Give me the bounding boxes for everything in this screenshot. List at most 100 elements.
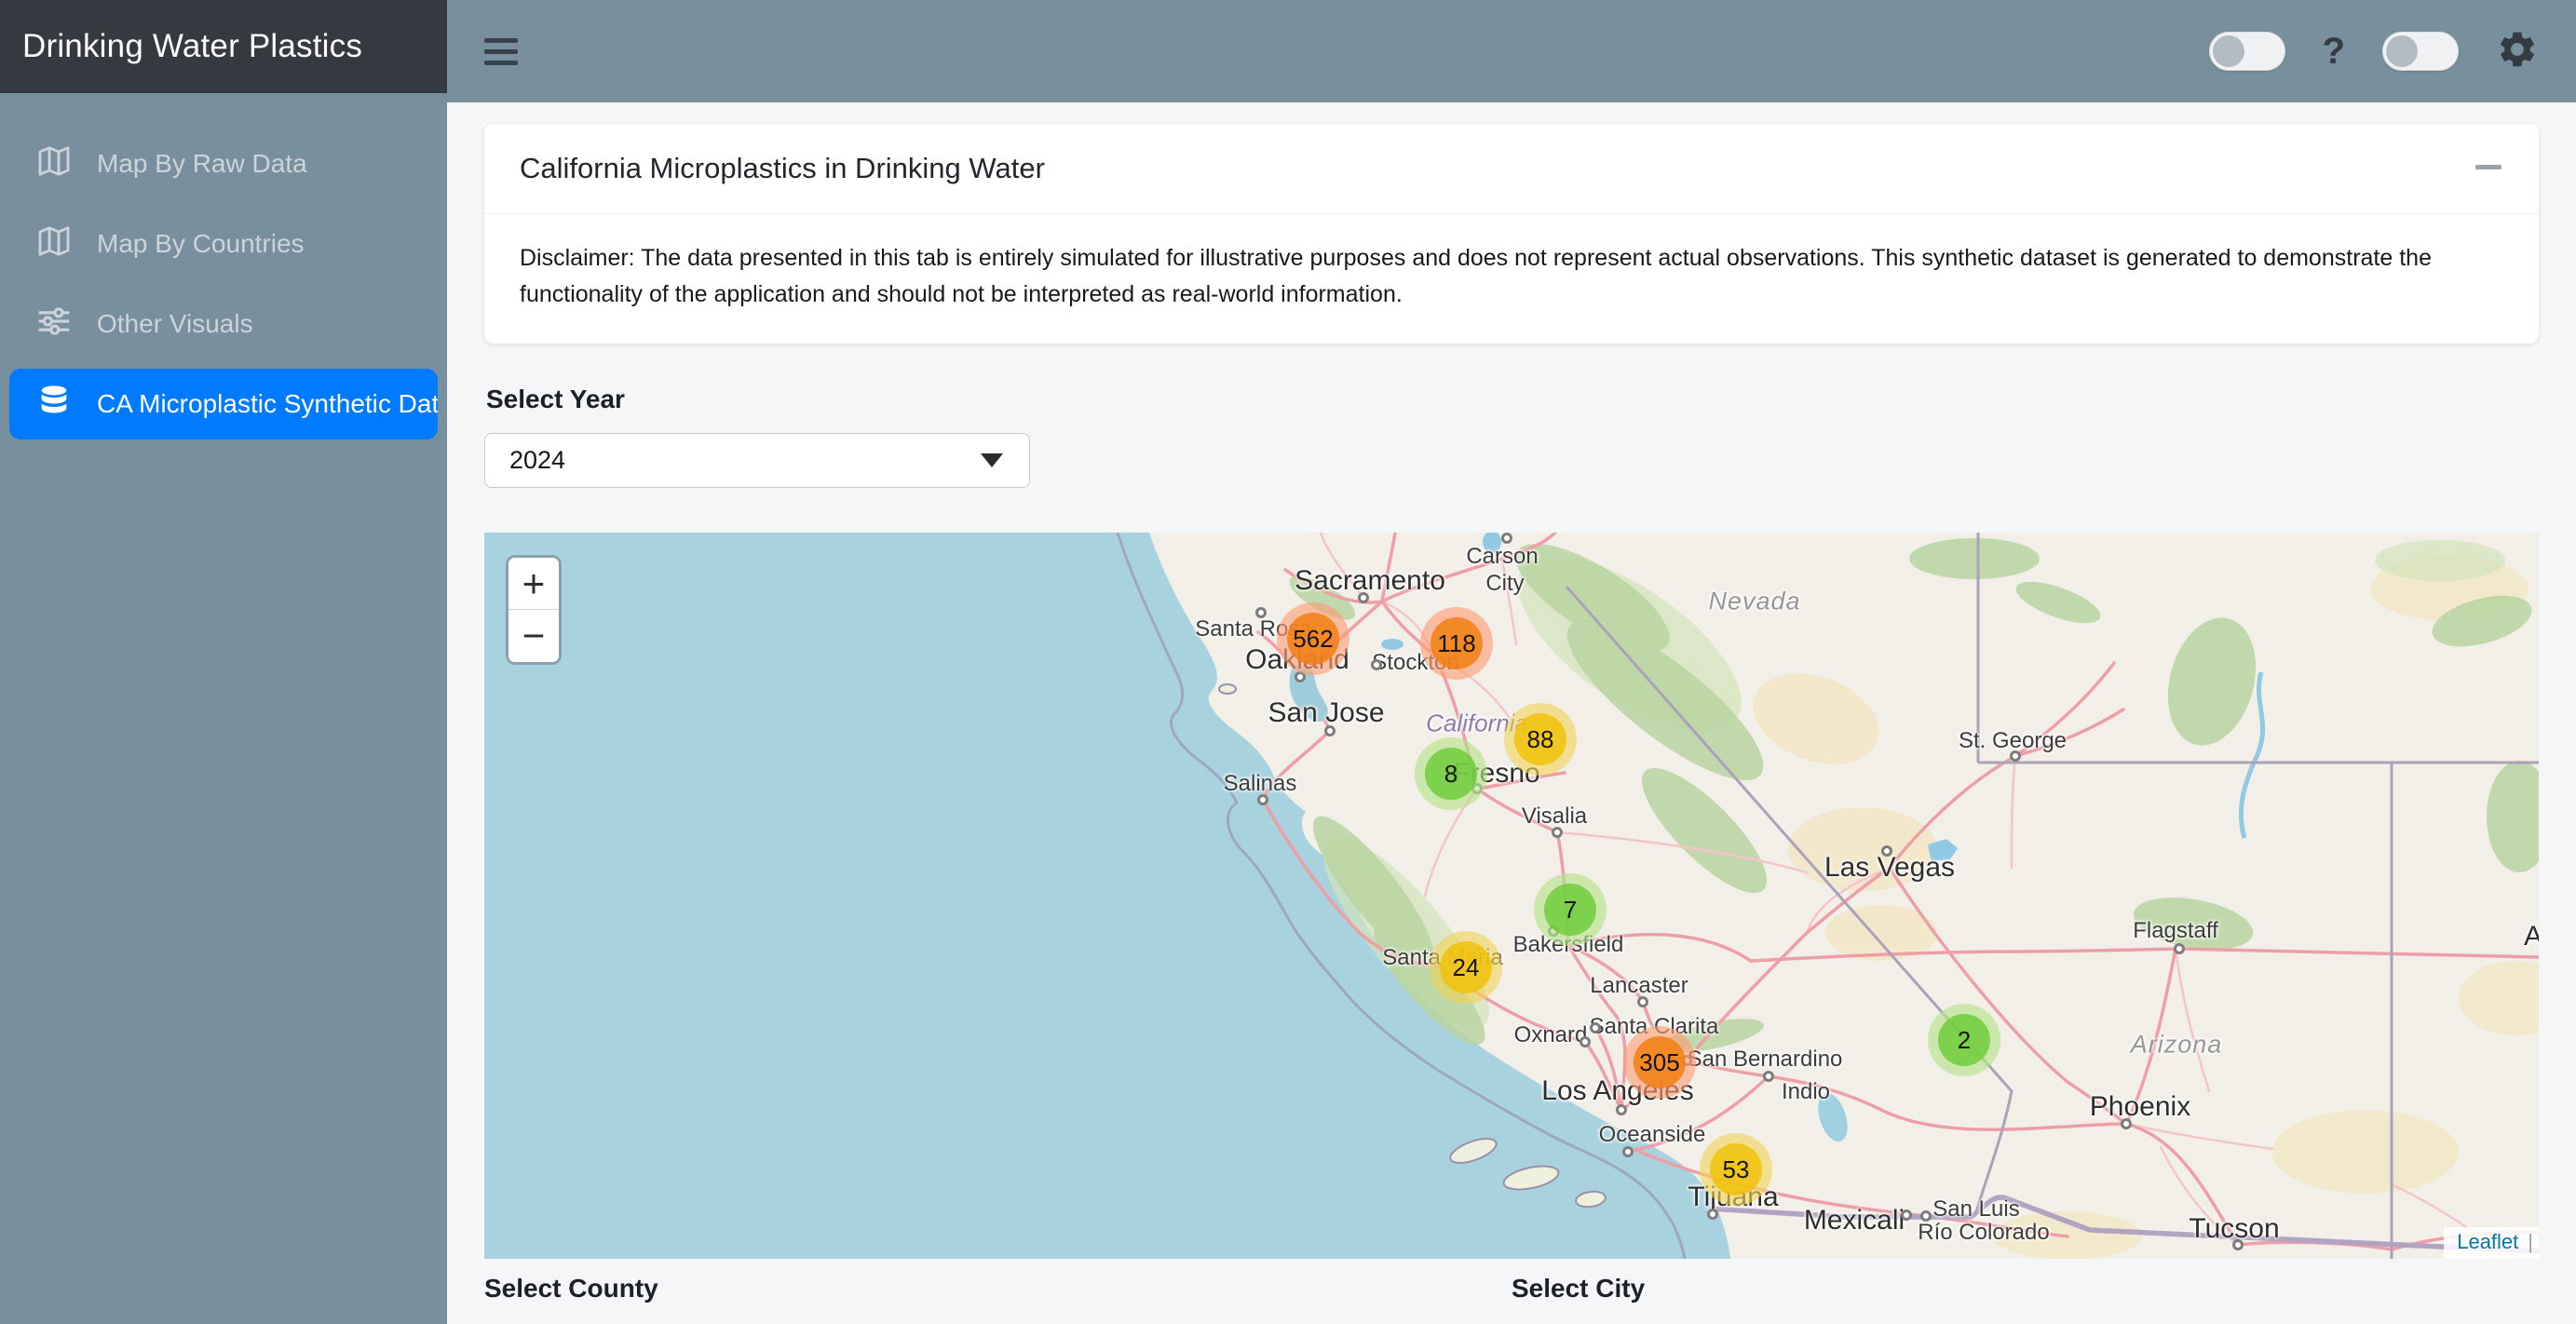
map-place-label: Las Vegas	[1824, 852, 1955, 884]
sidebar-menu: Map By Raw Data Map By Countries Other V…	[0, 93, 447, 439]
settings-gear-icon[interactable]	[2496, 28, 2539, 75]
map-city-dot	[2010, 750, 2021, 762]
map-city-dot	[1622, 1146, 1634, 1157]
map-city-dot	[1590, 1022, 1601, 1034]
toggle-knob	[2386, 35, 2418, 67]
map-place-label: San Luis	[1932, 1196, 2019, 1223]
sidebar-toggle-hamburger-icon[interactable]	[484, 38, 518, 65]
map-place-label: Phoenix	[2090, 1091, 2190, 1123]
sidebar-item-label: Other Visuals	[97, 309, 253, 339]
map-cluster-marker[interactable]: 8	[1415, 737, 1487, 810]
toggle-switch-a[interactable]	[2209, 32, 2285, 71]
map-place-label: Río Colorado	[1918, 1220, 2049, 1246]
map-city-dot	[2232, 1239, 2244, 1250]
card-header: California Microplastics in Drinking Wat…	[484, 124, 2539, 214]
map-city-dot	[1501, 533, 1512, 544]
info-card: California Microplastics in Drinking Wat…	[484, 124, 2539, 344]
map-canvas: CarsonCitySacramentoNevadaSanta RosaOakl…	[484, 533, 2539, 1259]
map-icon	[35, 223, 73, 266]
map-cluster-count: 24	[1440, 941, 1492, 993]
map-place-label: Visalia	[1522, 804, 1587, 830]
map-place-label: Indio	[1782, 1079, 1830, 1105]
sidebar-item-label: CA Microplastic Synthetic Data	[97, 389, 438, 419]
disclaimer-text: Disclaimer: The data presented in this t…	[484, 214, 2539, 344]
main-content: California Microplastics in Drinking Wat…	[447, 102, 2576, 1324]
map-place-label: A	[2524, 921, 2539, 952]
map-place-label: Arizona	[2131, 1031, 2223, 1060]
map-cluster-count: 118	[1430, 617, 1483, 669]
select-county-label: Select County	[484, 1274, 1512, 1304]
map-cluster-marker[interactable]: 562	[1277, 602, 1349, 675]
map-cluster-marker[interactable]: 118	[1420, 607, 1493, 680]
map-place-label: Sacramento	[1295, 565, 1445, 597]
map-city-dot	[2121, 1118, 2132, 1129]
map-city-dot	[1707, 1209, 1718, 1220]
sidebar-item-map-by-countries[interactable]: Map By Countries	[9, 209, 438, 279]
map-place-label: Carson	[1466, 544, 1538, 570]
map-cluster-marker[interactable]: 88	[1504, 703, 1577, 776]
map-place-label: Lancaster	[1590, 973, 1688, 999]
attribution-separator: |	[2528, 1230, 2533, 1254]
map-zoom-control: + −	[506, 555, 562, 665]
map-cluster-count: 2	[1938, 1014, 1990, 1066]
map-city-dot	[1371, 659, 1382, 670]
map-attribution: Leaflet |	[2444, 1227, 2539, 1259]
map-city-dot	[1257, 794, 1268, 805]
map-city-dot	[2174, 943, 2185, 954]
map-cluster-count: 53	[1710, 1143, 1762, 1196]
map-cluster-count: 305	[1634, 1036, 1686, 1088]
map-cluster-count: 88	[1514, 713, 1566, 765]
map-cluster-count: 7	[1544, 884, 1596, 936]
map-city-dot	[1324, 725, 1335, 736]
map-city-dot	[1881, 845, 1892, 857]
map-cluster-marker[interactable]: 24	[1430, 931, 1502, 1004]
leaflet-map[interactable]: CarsonCitySacramentoNevadaSanta RosaOakl…	[484, 533, 2539, 1259]
map-city-dot	[1358, 592, 1369, 603]
top-navbar: ?	[447, 0, 2576, 102]
map-icon	[35, 142, 73, 186]
card-title: California Microplastics in Drinking Wat…	[520, 152, 1045, 184]
map-cluster-marker[interactable]: 2	[1928, 1004, 2000, 1076]
year-select-dropdown[interactable]: 2024	[484, 433, 1030, 488]
map-place-label: Mexicali	[1804, 1205, 1905, 1236]
database-icon	[35, 383, 73, 426]
map-cluster-marker[interactable]: 7	[1534, 873, 1607, 946]
map-place-label: Nevada	[1708, 588, 1800, 616]
sidebar: Drinking Water Plastics Map By Raw Data …	[0, 0, 447, 1324]
map-place-label: City	[1485, 571, 1524, 597]
map-place-label: San Bernardino	[1688, 1047, 1843, 1073]
map-city-dot	[1920, 1210, 1932, 1222]
map-cluster-count: 562	[1287, 613, 1339, 665]
zoom-in-button[interactable]: +	[508, 558, 559, 610]
sidebar-item-other-visuals[interactable]: Other Visuals	[9, 289, 438, 359]
map-place-label: Oceanside	[1599, 1122, 1706, 1148]
toggle-knob	[2213, 35, 2244, 67]
map-city-dot	[1579, 1036, 1591, 1047]
app-title: Drinking Water Plastics	[0, 0, 447, 93]
map-city-dot	[1901, 1209, 1912, 1221]
select-year-label: Select Year	[486, 385, 2537, 414]
sidebar-item-ca-microplastic-synthetic-data[interactable]: CA Microplastic Synthetic Data	[9, 369, 438, 439]
map-cluster-marker[interactable]: 53	[1700, 1133, 1772, 1206]
year-select-value: 2024	[509, 446, 565, 475]
map-place-label: Salinas	[1224, 771, 1297, 797]
help-button[interactable]: ?	[2323, 31, 2345, 73]
map-city-dot	[1552, 827, 1563, 838]
zoom-out-button[interactable]: −	[508, 610, 559, 662]
sidebar-item-label: Map By Countries	[97, 229, 305, 259]
map-cluster-marker[interactable]: 305	[1623, 1026, 1696, 1099]
map-place-label: Flagstaff	[2133, 918, 2218, 944]
select-city-label: Select City	[1512, 1274, 2539, 1304]
map-place-label: San Jose	[1268, 697, 1384, 729]
chevron-down-icon	[981, 453, 1003, 467]
sidebar-item-label: Map By Raw Data	[97, 149, 307, 179]
toggle-switch-b[interactable]	[2382, 32, 2459, 71]
map-city-dot	[1255, 607, 1267, 618]
map-city-dot	[1637, 996, 1648, 1007]
map-cluster-count: 8	[1425, 748, 1477, 800]
map-city-dot	[1616, 1104, 1627, 1115]
sidebar-item-map-by-raw-data[interactable]: Map By Raw Data	[9, 128, 438, 199]
leaflet-link[interactable]: Leaflet	[2457, 1230, 2518, 1254]
card-collapse-minus-icon[interactable]	[2475, 165, 2501, 169]
map-place-label: Oxnard	[1514, 1022, 1588, 1048]
